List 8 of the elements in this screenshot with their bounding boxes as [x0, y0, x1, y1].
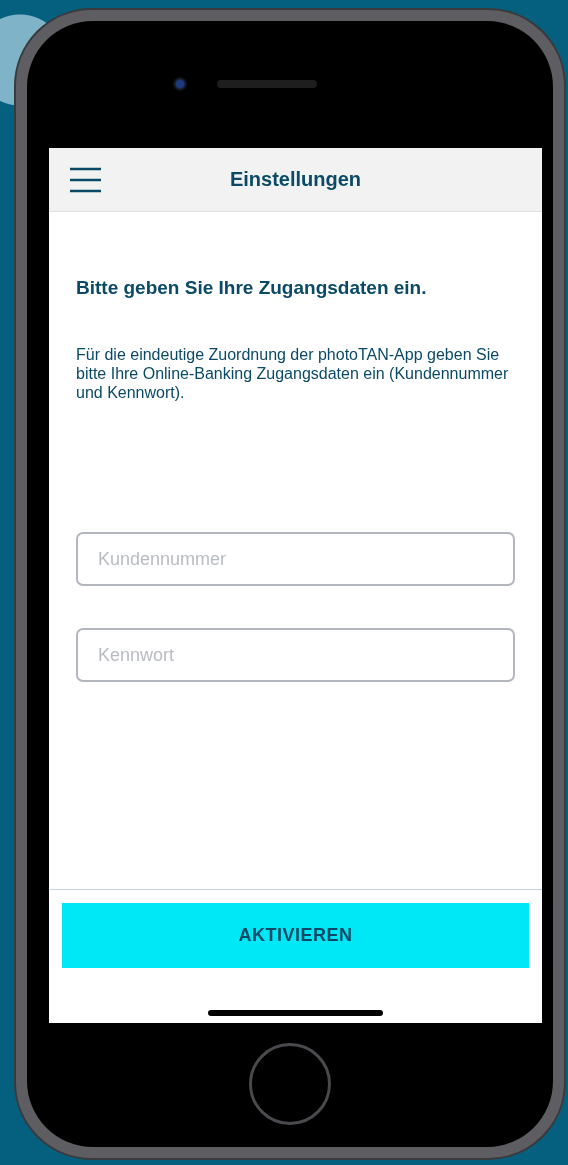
header-title: Einstellungen: [229, 168, 362, 191]
input-field[interactable]: Kennwort: [76, 628, 515, 682]
camera-icon: [173, 77, 187, 91]
heading: Bitte geben Sie Ihre Zugangsdaten ein.: [76, 276, 428, 300]
activate-button[interactable]: AKTIVIEREN: [62, 903, 529, 968]
description: Für die eindeutige Zuordnung der photoTAN-App geben Sie bitte Ihre Online-Banking Zugangsdaten ein (Kundennummer und Kennwort).: [76, 345, 510, 402]
input-field[interactable]: Kundennummer: [76, 532, 515, 586]
menu-icon[interactable]: [70, 167, 101, 193]
